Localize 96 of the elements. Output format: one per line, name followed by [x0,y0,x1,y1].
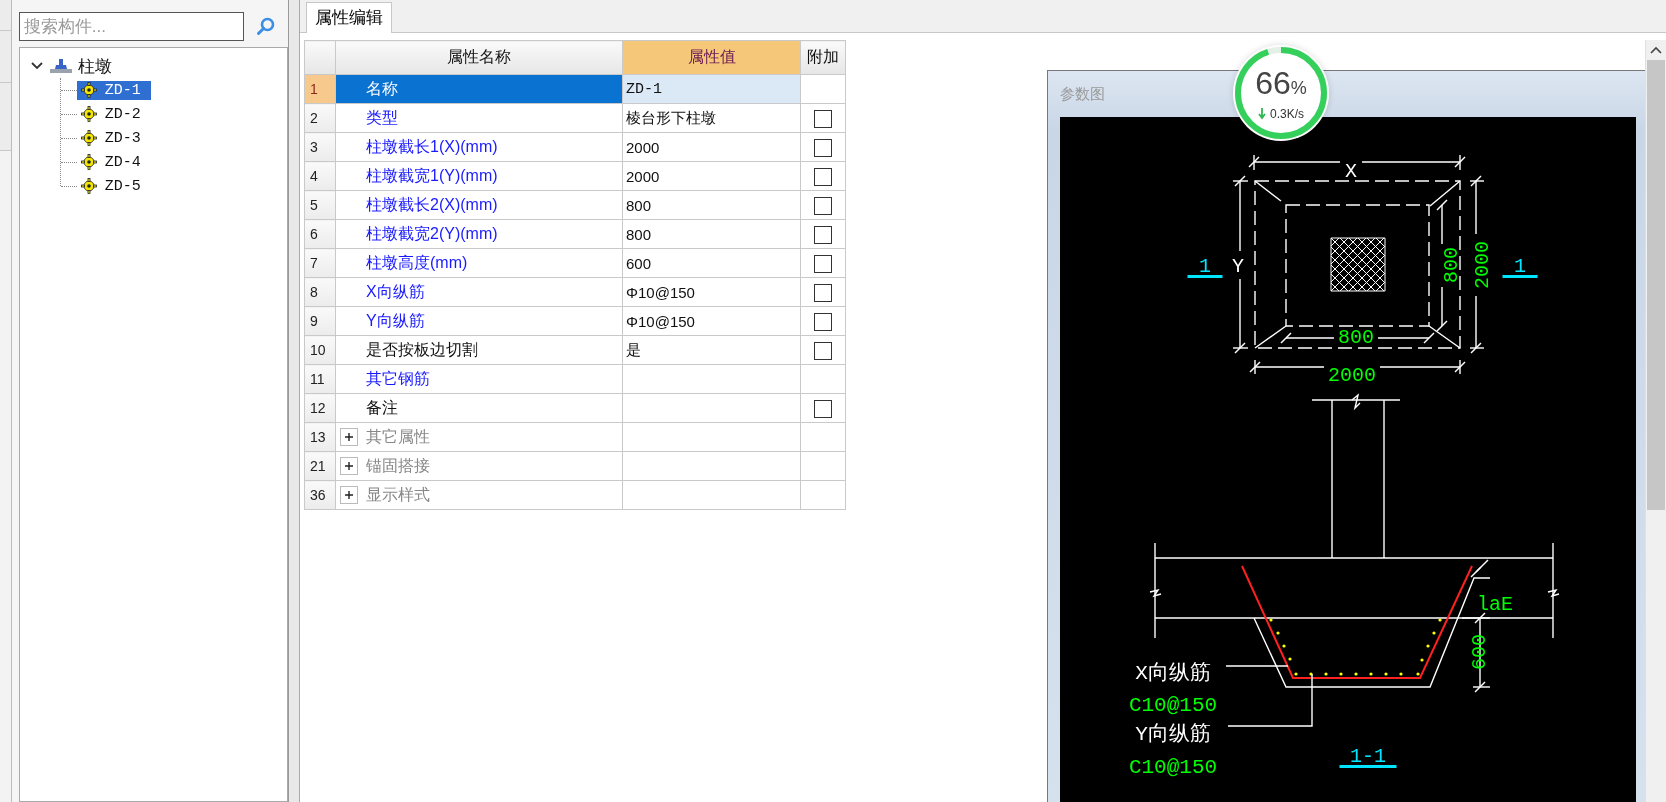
dimension-label: 800 [1440,247,1463,283]
row-number: 12 [304,393,336,423]
property-value[interactable]: 800 [622,190,801,220]
row-number: 3 [304,132,336,162]
rebar-spec-label: C10@150 [1128,756,1218,779]
checkbox[interactable] [814,341,832,360]
section-mark: 1 [1187,255,1223,278]
property-name: X向纵筋 [335,277,623,307]
dimension-label: laE [1477,593,1513,616]
scroll-thumb[interactable] [1647,60,1665,510]
property-value[interactable]: 2000 [622,161,801,191]
download-speed: 0.3K/s [1270,106,1304,121]
property-name: 是否按板边切割 [335,335,623,365]
group-label[interactable]: 锚固搭接 [366,455,430,477]
property-name: 柱墩高度(mm) [335,248,623,278]
axis-label: X [1345,160,1357,183]
property-value[interactable]: Φ10@150 [622,306,801,336]
checkbox[interactable] [814,109,832,128]
property-name: 其它钢筋 [335,364,623,394]
row-number: 7 [304,248,336,278]
tree-item[interactable]: ZD-5 [76,176,151,196]
property-name: Y向纵筋 [335,306,623,336]
expand-icon[interactable] [340,428,358,446]
column-section-drawing [1330,237,1386,292]
panel-title: 参数图 [1060,85,1105,102]
usage-value: 66 [1255,64,1291,101]
row-number: 1 [304,74,336,104]
property-name: 柱墩截长2(X)(mm) [335,190,623,220]
checkbox[interactable] [814,167,832,186]
row-number: 11 [304,364,336,394]
row-number: 4 [304,161,336,191]
checkbox[interactable] [814,312,832,331]
download-arrow-icon [1258,107,1266,120]
rebar-spec-label: C10@150 [1128,694,1218,717]
checkbox[interactable] [814,138,832,157]
property-value[interactable]: 是 [622,335,801,365]
row-number: 36 [304,480,336,510]
property-name: 类型 [335,103,623,133]
dimension-label: 2000 [1328,364,1376,387]
checkbox[interactable] [814,254,832,273]
gear-icon [80,178,97,194]
pier-icon [47,57,74,75]
gear-icon [80,106,97,122]
tree-item[interactable]: 柱墩 [77,54,112,78]
property-name: 备注 [335,393,623,423]
tree-item[interactable]: ZD-4 [76,152,151,172]
row-number: 13 [304,422,336,452]
row-number: 21 [304,451,336,481]
property-value[interactable]: 800 [622,219,801,249]
tab[interactable]: 属性编辑 [306,2,392,33]
row-number: 10 [304,335,336,365]
row-number: 5 [304,190,336,220]
row-number: 8 [304,277,336,307]
tree-item[interactable]: ZD-1 [76,80,151,100]
scrollbar[interactable] [1645,40,1666,802]
header-cell [304,40,336,75]
dimension-label: 800 [1338,326,1374,349]
axis-label: Y [1232,255,1244,278]
group-label[interactable]: 显示样式 [366,484,430,506]
property-value[interactable]: 600 [622,248,801,278]
property-value[interactable]: Φ10@150 [622,277,801,307]
gear-icon [80,154,97,170]
checkbox[interactable] [814,283,832,302]
leader-line [1225,665,1289,667]
property-name: 柱墩截长1(X)(mm) [335,132,623,162]
property-name: 柱墩截宽1(Y)(mm) [335,161,623,191]
gear-icon [80,130,97,146]
checkbox[interactable] [814,399,832,418]
column-header[interactable]: 属性名称 [335,40,623,75]
row-number: 9 [304,306,336,336]
rebar-label: X向纵筋 [1135,662,1211,685]
expand-icon[interactable] [340,457,358,475]
property-value[interactable]: ZD-1 [622,74,801,104]
column-header[interactable]: 附加 [800,40,846,75]
dimension-label: 600 [1468,634,1491,670]
usage-unit: % [1290,77,1307,98]
row-number: 6 [304,219,336,249]
search-field[interactable]: 搜索构件... [18,12,244,41]
column-header[interactable]: 属性值 [622,40,801,75]
row-number: 2 [304,103,336,133]
checkbox[interactable] [814,196,832,215]
gear-icon [80,82,97,98]
tree-item[interactable]: ZD-3 [76,128,151,148]
section-mark: 1-1 [1339,745,1397,768]
checkbox[interactable] [814,225,832,244]
expand-icon[interactable] [340,486,358,504]
rebar-label: Y向纵筋 [1135,723,1211,746]
group-label[interactable]: 其它属性 [366,426,430,448]
property-name: 名称 [335,74,623,104]
section-mark: 1 [1502,255,1538,278]
dimension-label: 2000 [1471,241,1494,289]
property-name: 柱墩截宽2(Y)(mm) [335,219,623,249]
tree-item[interactable]: ZD-2 [76,104,151,124]
property-value[interactable]: 2000 [622,132,801,162]
property-value[interactable]: 棱台形下柱墩 [622,103,801,133]
chevron-down-icon[interactable] [29,61,44,71]
